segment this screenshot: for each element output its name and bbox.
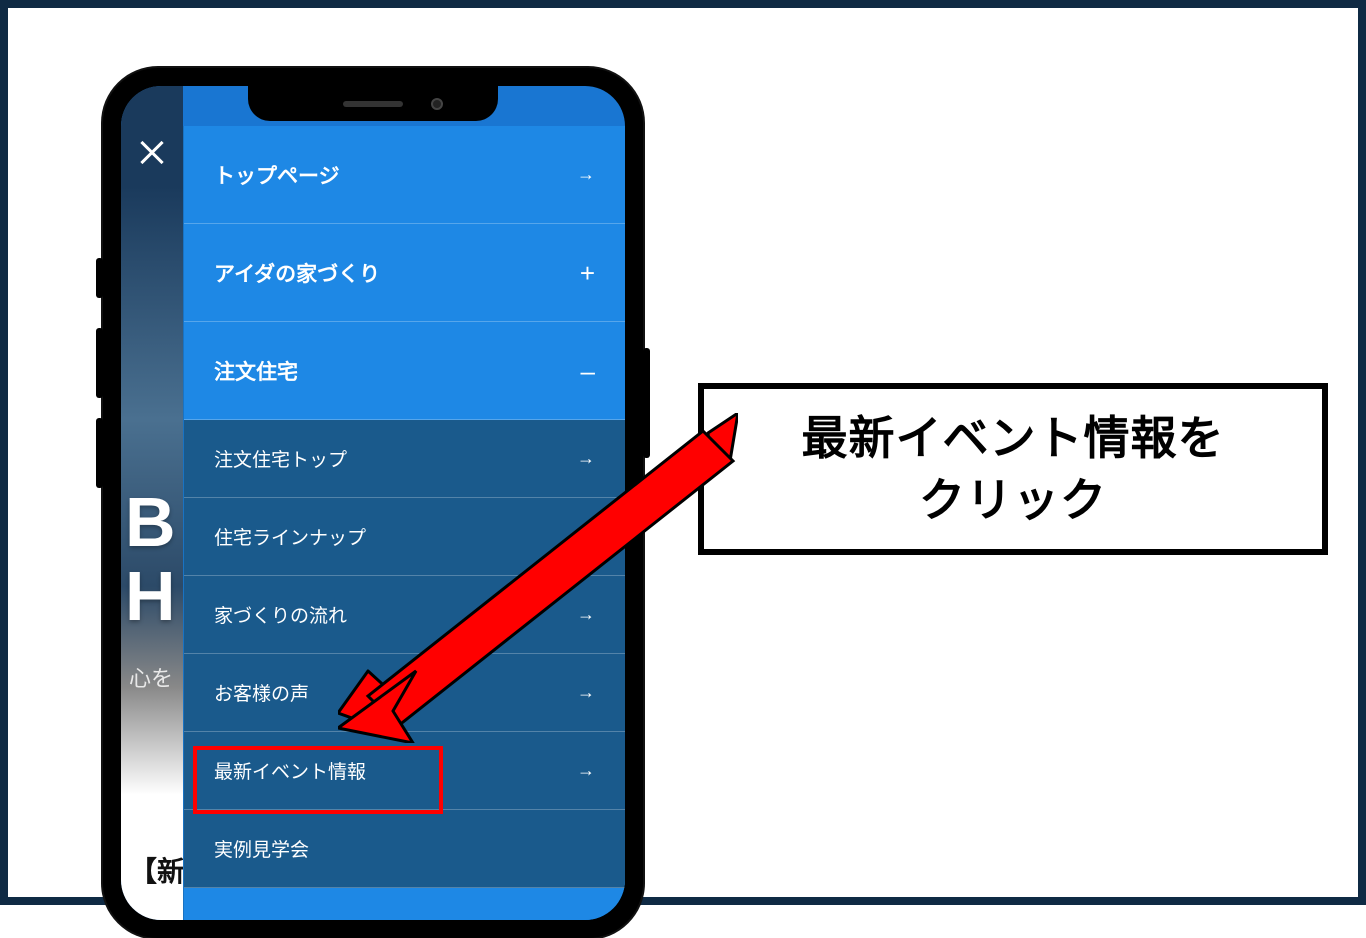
plus-icon: + <box>580 260 595 286</box>
bg-bottom-text: 【新 <box>129 850 183 890</box>
submenu-item-process[interactable]: 家づくりの流れ → <box>184 576 625 654</box>
submenu-item-lineup[interactable]: 住宅ラインナップ <box>184 498 625 576</box>
phone-volume-up <box>96 328 103 398</box>
bg-subtext: 心を <box>129 661 183 693</box>
instruction-callout: 最新イベント情報を クリック <box>698 383 1328 555</box>
menu-item-aida-house[interactable]: アイダの家づくり + <box>184 224 625 322</box>
submenu-item-latest-events[interactable]: 最新イベント情報 → <box>184 732 625 810</box>
arrow-right-icon: → <box>577 164 595 185</box>
callout-line1: 最新イベント情報を <box>802 412 1225 464</box>
phone-speaker <box>343 101 403 107</box>
phone-power-button <box>643 348 650 458</box>
submenu-item-voice[interactable]: お客様の声 → <box>184 654 625 732</box>
menu-label: 家づくりの流れ <box>214 601 347 628</box>
arrow-right-icon: → <box>577 604 595 625</box>
bg-heading-line1: B <box>125 486 177 561</box>
callout-line2: クリック <box>919 474 1107 526</box>
phone-mute-switch <box>96 258 103 298</box>
bg-heading-line2: H <box>125 557 177 634</box>
close-icon[interactable] <box>135 136 169 170</box>
minus-icon: – <box>581 358 595 384</box>
arrow-right-icon: → <box>577 682 595 703</box>
submenu-item-tour[interactable]: 実例見学会 <box>184 810 625 888</box>
menu-item-top-page[interactable]: トップページ → <box>184 126 625 224</box>
bg-heading: B H <box>125 486 183 633</box>
menu-label: 最新イベント情報 <box>214 757 366 784</box>
phone-mockup: B H 心を 【新 トップページ → アイダの家づくり + 注文住宅 – <box>103 68 643 938</box>
menu-label: トップページ <box>214 160 340 190</box>
menu-label: 注文住宅トップ <box>214 445 347 472</box>
arrow-right-icon: → <box>577 448 595 469</box>
phone-volume-down <box>96 418 103 488</box>
callout-text: 最新イベント情報を クリック <box>724 407 1302 531</box>
menu-label: お客様の声 <box>214 679 309 706</box>
menu-label: 住宅ラインナップ <box>214 523 366 550</box>
phone-notch <box>248 86 498 121</box>
arrow-right-icon: → <box>577 760 595 781</box>
background-page-strip: B H 心を 【新 <box>121 86 183 920</box>
phone-screen: B H 心を 【新 トップページ → アイダの家づくり + 注文住宅 – <box>121 86 625 920</box>
phone-camera <box>431 98 443 110</box>
navigation-menu: トップページ → アイダの家づくり + 注文住宅 – 注文住宅トップ → 住宅ラ… <box>183 126 625 920</box>
submenu-item-custom-home-top[interactable]: 注文住宅トップ → <box>184 420 625 498</box>
instruction-frame: B H 心を 【新 トップページ → アイダの家づくり + 注文住宅 – <box>0 0 1366 905</box>
menu-label: アイダの家づくり <box>214 258 380 288</box>
menu-item-custom-home[interactable]: 注文住宅 – <box>184 322 625 420</box>
menu-label: 実例見学会 <box>214 835 309 862</box>
menu-label: 注文住宅 <box>214 356 298 386</box>
